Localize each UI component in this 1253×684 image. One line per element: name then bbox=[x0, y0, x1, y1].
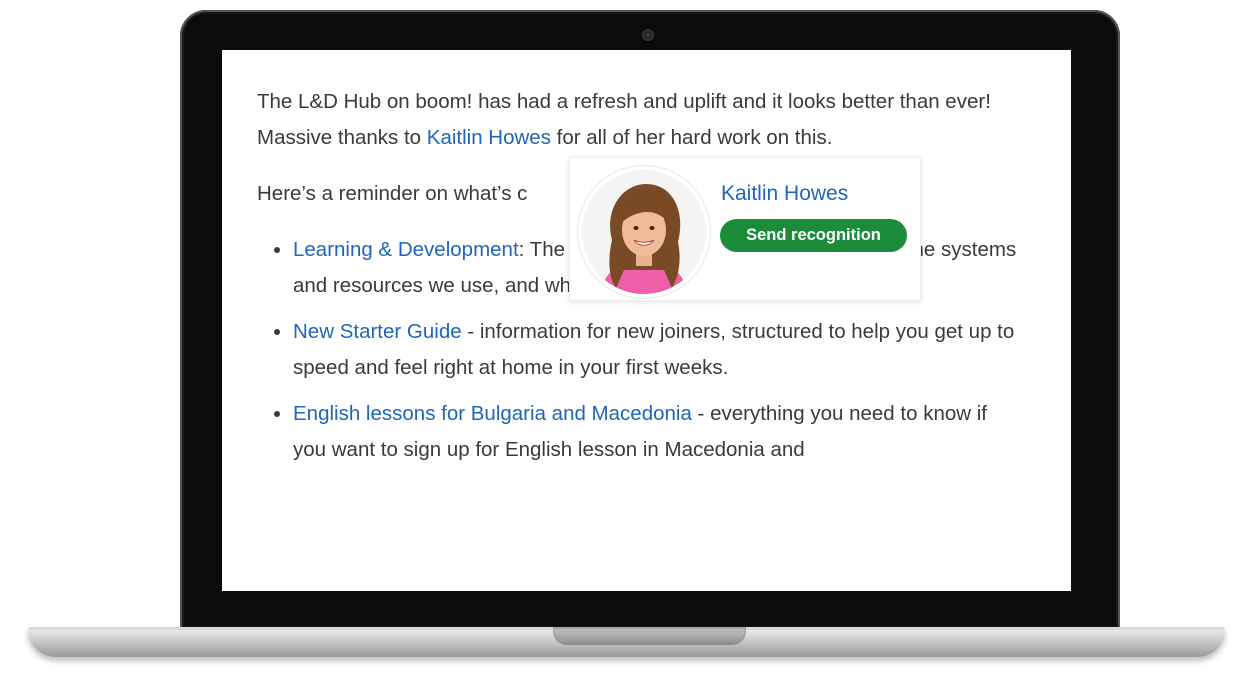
avatar[interactable] bbox=[582, 170, 706, 294]
profile-name-link[interactable]: Kaitlin Howes bbox=[721, 182, 848, 206]
new-starter-guide-link[interactable]: New Starter Guide bbox=[293, 320, 462, 343]
list-sep: : bbox=[518, 238, 530, 261]
mention-link[interactable]: Kaitlin Howes bbox=[427, 126, 551, 149]
list-item: English lessons for Bulgaria and Macedon… bbox=[293, 396, 1017, 468]
list-sep: - bbox=[461, 320, 480, 343]
learning-development-link[interactable]: Learning & Development bbox=[293, 238, 519, 261]
intro-text-after: for all of her hard work on this. bbox=[550, 126, 833, 149]
profile-hovercard: Kaitlin Howes Send recognition bbox=[569, 157, 921, 301]
screen: The L&D Hub on boom! has had a refresh a… bbox=[222, 50, 1071, 591]
send-recognition-button[interactable]: Send recognition bbox=[720, 219, 907, 252]
webcam-icon bbox=[642, 29, 654, 41]
post-paragraph-intro: The L&D Hub on boom! has had a refresh a… bbox=[257, 84, 1017, 156]
laptop-opening-notch bbox=[553, 627, 746, 645]
list-sep: - bbox=[691, 402, 711, 425]
english-lessons-link[interactable]: English lessons for Bulgaria and Macedon… bbox=[293, 402, 692, 425]
avatar-photo bbox=[582, 170, 706, 294]
list-item: New Starter Guide - information for new … bbox=[293, 314, 1017, 386]
